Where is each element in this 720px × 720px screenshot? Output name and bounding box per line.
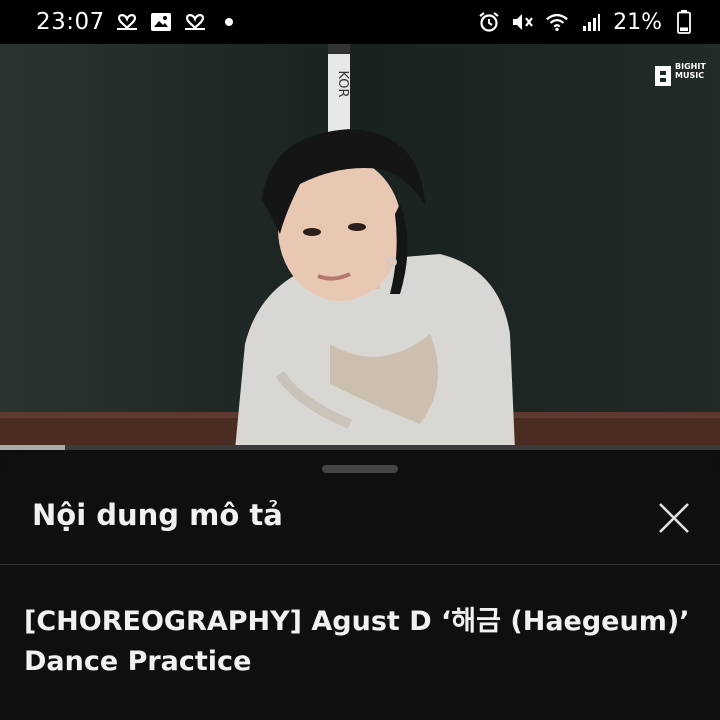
clock: 23:07 — [36, 9, 105, 35]
dot-icon — [217, 10, 241, 34]
alarm-icon — [477, 10, 501, 34]
heart-link-icon — [115, 10, 139, 34]
channel-watermark: BIGHIT MUSIC — [675, 62, 706, 80]
close-button[interactable] — [650, 496, 698, 544]
divider — [0, 564, 720, 565]
video-player[interactable]: KOR BIGHIT MUSIC — [0, 44, 720, 450]
wifi-icon — [545, 10, 569, 34]
status-bar: 23:07 21% — [0, 0, 720, 44]
battery-icon — [672, 10, 696, 34]
mute-icon — [511, 10, 535, 34]
bighit-logo-icon — [655, 66, 671, 86]
drag-handle[interactable] — [322, 465, 398, 473]
battery-percent: 21% — [613, 9, 662, 35]
image-icon — [149, 10, 173, 34]
signal-icon — [579, 10, 603, 34]
svg-text:KOR: KOR — [335, 70, 350, 97]
video-frame: KOR — [0, 44, 720, 450]
heart-link-icon — [183, 10, 207, 34]
description-panel: Nội dung mô tả [CHOREOGRAPHY] Agust D ‘해… — [0, 450, 720, 720]
panel-title: Nội dung mô tả — [32, 498, 283, 532]
video-title: [CHOREOGRAPHY] Agust D ‘해금 (Haegeum)’ Da… — [24, 606, 690, 677]
close-icon — [657, 501, 691, 539]
